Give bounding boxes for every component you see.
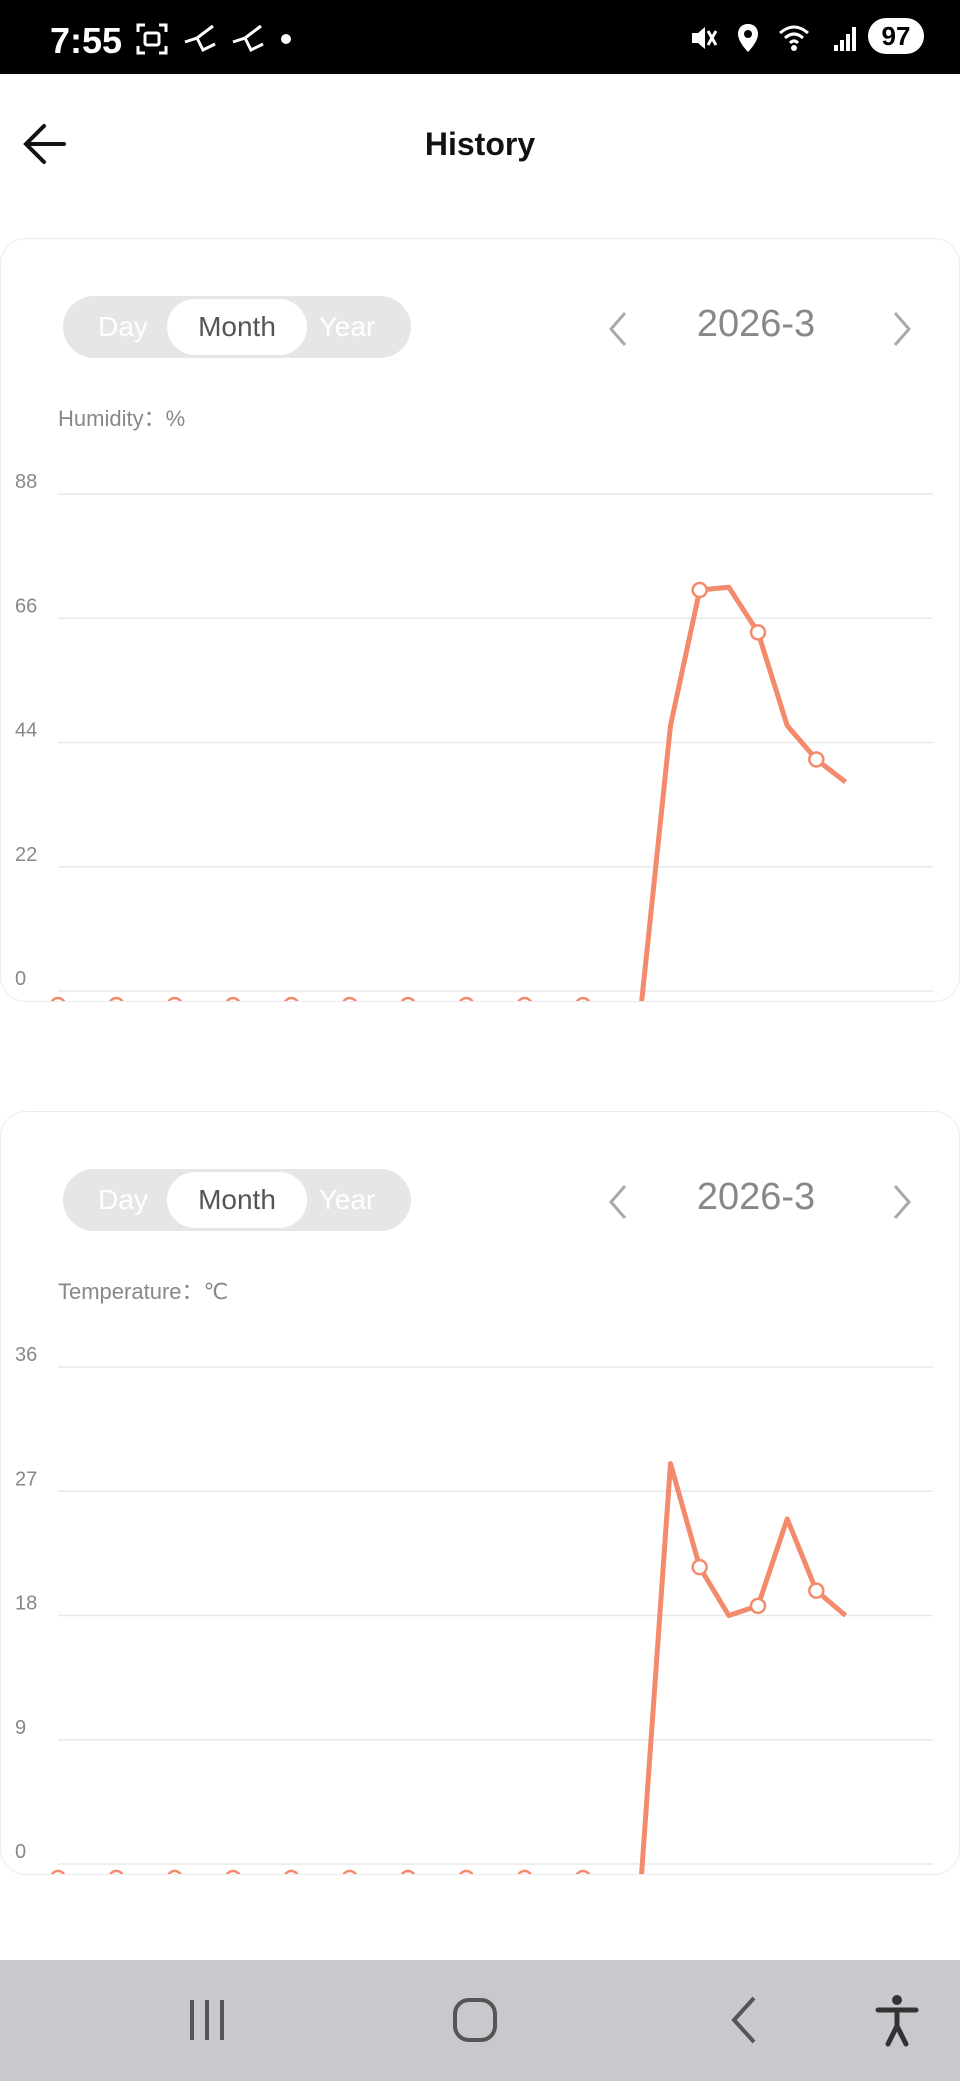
data-point	[517, 996, 532, 1001]
chevron-left-icon[interactable]	[601, 1178, 635, 1226]
data-point	[400, 996, 416, 1001]
dot-icon	[281, 34, 291, 44]
date-label: 2026-3	[696, 303, 816, 345]
date-label: 2026-3	[696, 1176, 816, 1218]
accessibility-icon[interactable]	[862, 1990, 932, 2050]
status-right-icons	[688, 22, 860, 54]
y-tick-label: 0	[15, 1841, 26, 1863]
data-point	[109, 996, 124, 1001]
data-point	[167, 1869, 182, 1874]
data-point	[749, 1597, 767, 1615]
data-point	[225, 1869, 241, 1874]
data-point	[749, 624, 767, 641]
screenshot-icon	[136, 23, 168, 55]
temperature-chart: 09182736135791113151719212325272931	[15, 1344, 933, 1874]
data-point	[691, 581, 708, 599]
bird-icon	[232, 24, 264, 53]
mute-icon	[692, 27, 718, 49]
data-point	[50, 996, 66, 1001]
location-icon	[738, 24, 758, 52]
y-tick-label: 0	[15, 968, 26, 990]
signal-icon	[834, 27, 856, 51]
period-selector: Day Year Month	[63, 296, 411, 358]
data-point	[517, 1869, 532, 1874]
data-point	[342, 1869, 357, 1874]
tab-year[interactable]: Year	[295, 1169, 399, 1231]
temperature-card: Day Year Month 2026-3 Temperature：℃ 0 9 18…	[0, 1111, 960, 1875]
chart-unit-label: Temperature：℃	[58, 1279, 229, 1304]
data-point	[808, 1582, 825, 1599]
app-header: History	[0, 74, 960, 220]
data-point	[109, 1869, 124, 1874]
tab-month[interactable]: Month	[167, 299, 307, 355]
recents-icon[interactable]	[172, 1990, 242, 2050]
series-line	[639, 584, 848, 1001]
data-point	[575, 996, 591, 1001]
status-left-icons	[135, 22, 293, 56]
data-point	[459, 996, 474, 1001]
y-tick-label: 36	[15, 1344, 37, 1366]
chevron-right-icon[interactable]	[885, 305, 919, 353]
home-icon[interactable]	[440, 1990, 510, 2050]
series-line	[639, 1461, 848, 1874]
humidity-card: Day Year Month 2026-3 Humidity：% 0 22 44 66…	[0, 238, 960, 1002]
data-point	[225, 996, 241, 1001]
bird-icon	[184, 24, 216, 53]
tab-year[interactable]: Year	[295, 296, 399, 358]
data-point	[691, 1558, 708, 1576]
tab-month[interactable]: Month	[167, 1172, 307, 1228]
tab-day[interactable]: Day	[71, 296, 175, 358]
data-point	[167, 996, 182, 1001]
chart-unit-label: Humidity：%	[58, 406, 186, 431]
data-point	[284, 996, 299, 1001]
back-icon[interactable]	[710, 1990, 780, 2050]
y-tick-label: 88	[15, 471, 37, 493]
y-tick-label: 27	[15, 1468, 37, 1490]
battery-badge: 97	[868, 18, 924, 54]
data-point	[284, 1869, 299, 1874]
system-nav-bar	[0, 1960, 960, 2081]
y-tick-label: 9	[15, 1717, 26, 1739]
data-point	[342, 996, 357, 1001]
y-tick-label: 66	[15, 595, 37, 617]
chevron-left-icon[interactable]	[601, 305, 635, 353]
data-point	[575, 1869, 591, 1874]
tab-day[interactable]: Day	[71, 1169, 175, 1231]
chevron-right-icon[interactable]	[885, 1178, 919, 1226]
y-tick-label: 44	[15, 720, 37, 742]
data-point	[459, 1869, 474, 1874]
data-point	[400, 1869, 416, 1874]
y-tick-label: 22	[15, 844, 37, 866]
data-point	[50, 1869, 66, 1874]
y-tick-label: 18	[15, 1593, 37, 1615]
data-point	[808, 751, 825, 768]
status-bar: 7:55 97	[0, 0, 960, 74]
humidity-chart: 022446688135791113151719212325272931	[15, 471, 933, 1001]
page-title: History	[424, 126, 536, 162]
status-time: 7:55	[50, 20, 123, 61]
wifi-icon	[779, 25, 809, 51]
period-selector: Day Year Month	[63, 1169, 411, 1231]
